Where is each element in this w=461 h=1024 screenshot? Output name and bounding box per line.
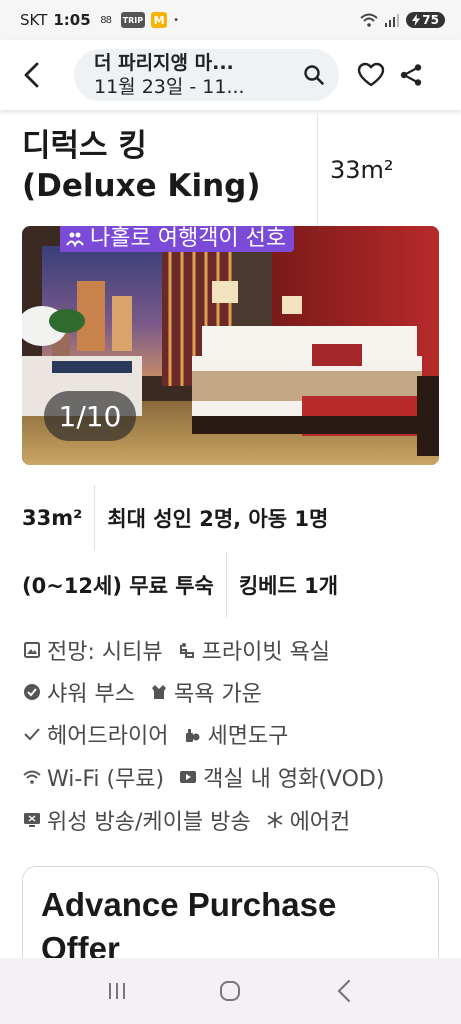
amenity-item: 세면도구 bbox=[182, 718, 288, 750]
notification-88-icon: 88 bbox=[100, 14, 112, 26]
wifi-icon bbox=[22, 767, 42, 787]
search-summary-pill[interactable]: 더 파리지앵 마... 11월 23일 - 11... bbox=[74, 49, 339, 101]
system-back-button[interactable] bbox=[324, 971, 364, 1011]
room-name-english: (Deluxe King) bbox=[22, 168, 261, 204]
solo-traveler-badge-text: 나홀로 여행객이 선호 bbox=[90, 226, 287, 251]
detail-bed: 킹베드 1개 bbox=[238, 574, 339, 598]
room-name-korean: 디럭스 킹 bbox=[22, 128, 147, 164]
photo-counter: 1/10 bbox=[44, 391, 136, 441]
toiletries-icon bbox=[182, 724, 202, 744]
divider bbox=[225, 552, 227, 618]
room-details-row-2: (0~12세) 무료 투숙 킹베드 1개 bbox=[22, 552, 439, 618]
amenity-label: 에어컨 bbox=[289, 810, 351, 835]
room-size: 33m² bbox=[330, 156, 394, 184]
home-icon bbox=[220, 981, 241, 1001]
home-button[interactable] bbox=[210, 971, 250, 1011]
recent-apps-button[interactable] bbox=[97, 971, 137, 1011]
m-app-icon: M bbox=[151, 12, 168, 28]
amenity-item: 전망: 시티뷰 bbox=[22, 634, 163, 666]
detail-size: 33m² bbox=[22, 506, 83, 530]
clock: 1:05 bbox=[53, 11, 91, 29]
amenity-item: 객실 내 영화(VOD) bbox=[178, 761, 384, 793]
bath-icon bbox=[177, 640, 197, 660]
carrier-label: SKT bbox=[20, 11, 48, 29]
recent-apps-icon bbox=[108, 983, 125, 999]
status-left: SKT 1:05 88 TRIP M • bbox=[20, 11, 179, 29]
search-icon[interactable] bbox=[303, 64, 325, 86]
amenity-item: 목욕 가운 bbox=[149, 676, 262, 708]
heart-icon bbox=[357, 62, 385, 87]
play-icon bbox=[178, 767, 198, 787]
amenity-line-5: 위성 방송/케이블 방송 에어컨 bbox=[22, 804, 364, 836]
amenity-line-4: Wi-Fi (무료) 객실 내 영화(VOD) bbox=[22, 761, 398, 793]
snowflake-icon bbox=[265, 810, 285, 830]
system-nav-bar bbox=[0, 958, 461, 1024]
amenity-label: 위성 방송/케이블 방송 bbox=[47, 810, 251, 835]
hotel-name: 더 파리지앵 마... bbox=[94, 52, 234, 74]
share-icon bbox=[400, 64, 422, 86]
stay-dates: 11월 23일 - 11... bbox=[94, 76, 245, 98]
app-header: 더 파리지앵 마... 11월 23일 - 11... bbox=[0, 40, 461, 110]
share-button[interactable] bbox=[393, 57, 429, 93]
amenity-item: 위성 방송/케이블 방송 bbox=[22, 804, 251, 836]
trip-app-icon: TRIP bbox=[120, 12, 146, 28]
signal-icon bbox=[385, 14, 400, 27]
amenity-label: 전망: 시티뷰 bbox=[47, 640, 163, 665]
amenity-label: 객실 내 영화(VOD) bbox=[203, 767, 385, 792]
battery-indicator: 75 bbox=[406, 12, 445, 28]
amenity-item: 프라이빗 욕실 bbox=[177, 634, 330, 666]
room-photo[interactable]: 나홀로 여행객이 선호 1/10 bbox=[22, 226, 439, 465]
charging-bolt-icon bbox=[412, 14, 421, 26]
amenity-line-1: 전망: 시티뷰 프라이빗 욕실 bbox=[22, 634, 344, 666]
check-icon bbox=[22, 724, 42, 744]
amenity-label: 헤어드라이어 bbox=[47, 724, 169, 749]
status-bar: SKT 1:05 88 TRIP M • 75 bbox=[0, 0, 461, 40]
amenity-line-3: 헤어드라이어 세면도구 bbox=[22, 718, 302, 750]
search-summary-text: 더 파리지앵 마... 11월 23일 - 11... bbox=[94, 51, 303, 99]
more-notifications-dot: • bbox=[173, 14, 180, 26]
divider bbox=[94, 485, 96, 551]
room-name: 디럭스 킹 (Deluxe King) bbox=[0, 114, 318, 226]
solo-traveler-badge: 나홀로 여행객이 선호 bbox=[60, 226, 295, 252]
amenity-label: 세면도구 bbox=[207, 724, 289, 749]
robe-icon bbox=[149, 682, 169, 702]
amenity-item: 샤워 부스 bbox=[22, 676, 135, 708]
system-back-icon bbox=[337, 979, 351, 1003]
status-right: 75 bbox=[360, 12, 445, 28]
amenity-label: 프라이빗 욕실 bbox=[201, 640, 331, 665]
check-circle-icon bbox=[22, 682, 42, 702]
detail-child-policy: (0~12세) 무료 투숙 bbox=[22, 574, 214, 598]
back-button[interactable] bbox=[12, 55, 52, 95]
room-header: 디럭스 킹 (Deluxe King) 33m² bbox=[0, 114, 461, 226]
amenity-label: 목욕 가운 bbox=[173, 682, 262, 707]
amenity-line-2: 샤워 부스 목욕 가운 bbox=[22, 676, 276, 708]
wifi-status-icon bbox=[360, 13, 378, 27]
favorite-button[interactable] bbox=[353, 57, 389, 93]
amenity-item: Wi-Fi (무료) bbox=[22, 761, 164, 793]
amenity-item: 헤어드라이어 bbox=[22, 718, 168, 750]
amenity-item: 에어컨 bbox=[265, 804, 351, 836]
amenity-label: Wi-Fi (무료) bbox=[47, 767, 165, 792]
traveler-icon bbox=[66, 232, 84, 248]
view-icon bbox=[22, 640, 42, 660]
battery-level: 75 bbox=[422, 13, 439, 27]
amenity-label: 샤워 부스 bbox=[47, 682, 135, 707]
back-arrow-icon bbox=[24, 62, 39, 88]
detail-occupancy: 최대 성인 2명, 아동 1명 bbox=[107, 507, 329, 531]
tv-icon bbox=[22, 810, 42, 830]
room-details-row-1: 33m² 최대 성인 2명, 아동 1명 bbox=[22, 485, 439, 551]
